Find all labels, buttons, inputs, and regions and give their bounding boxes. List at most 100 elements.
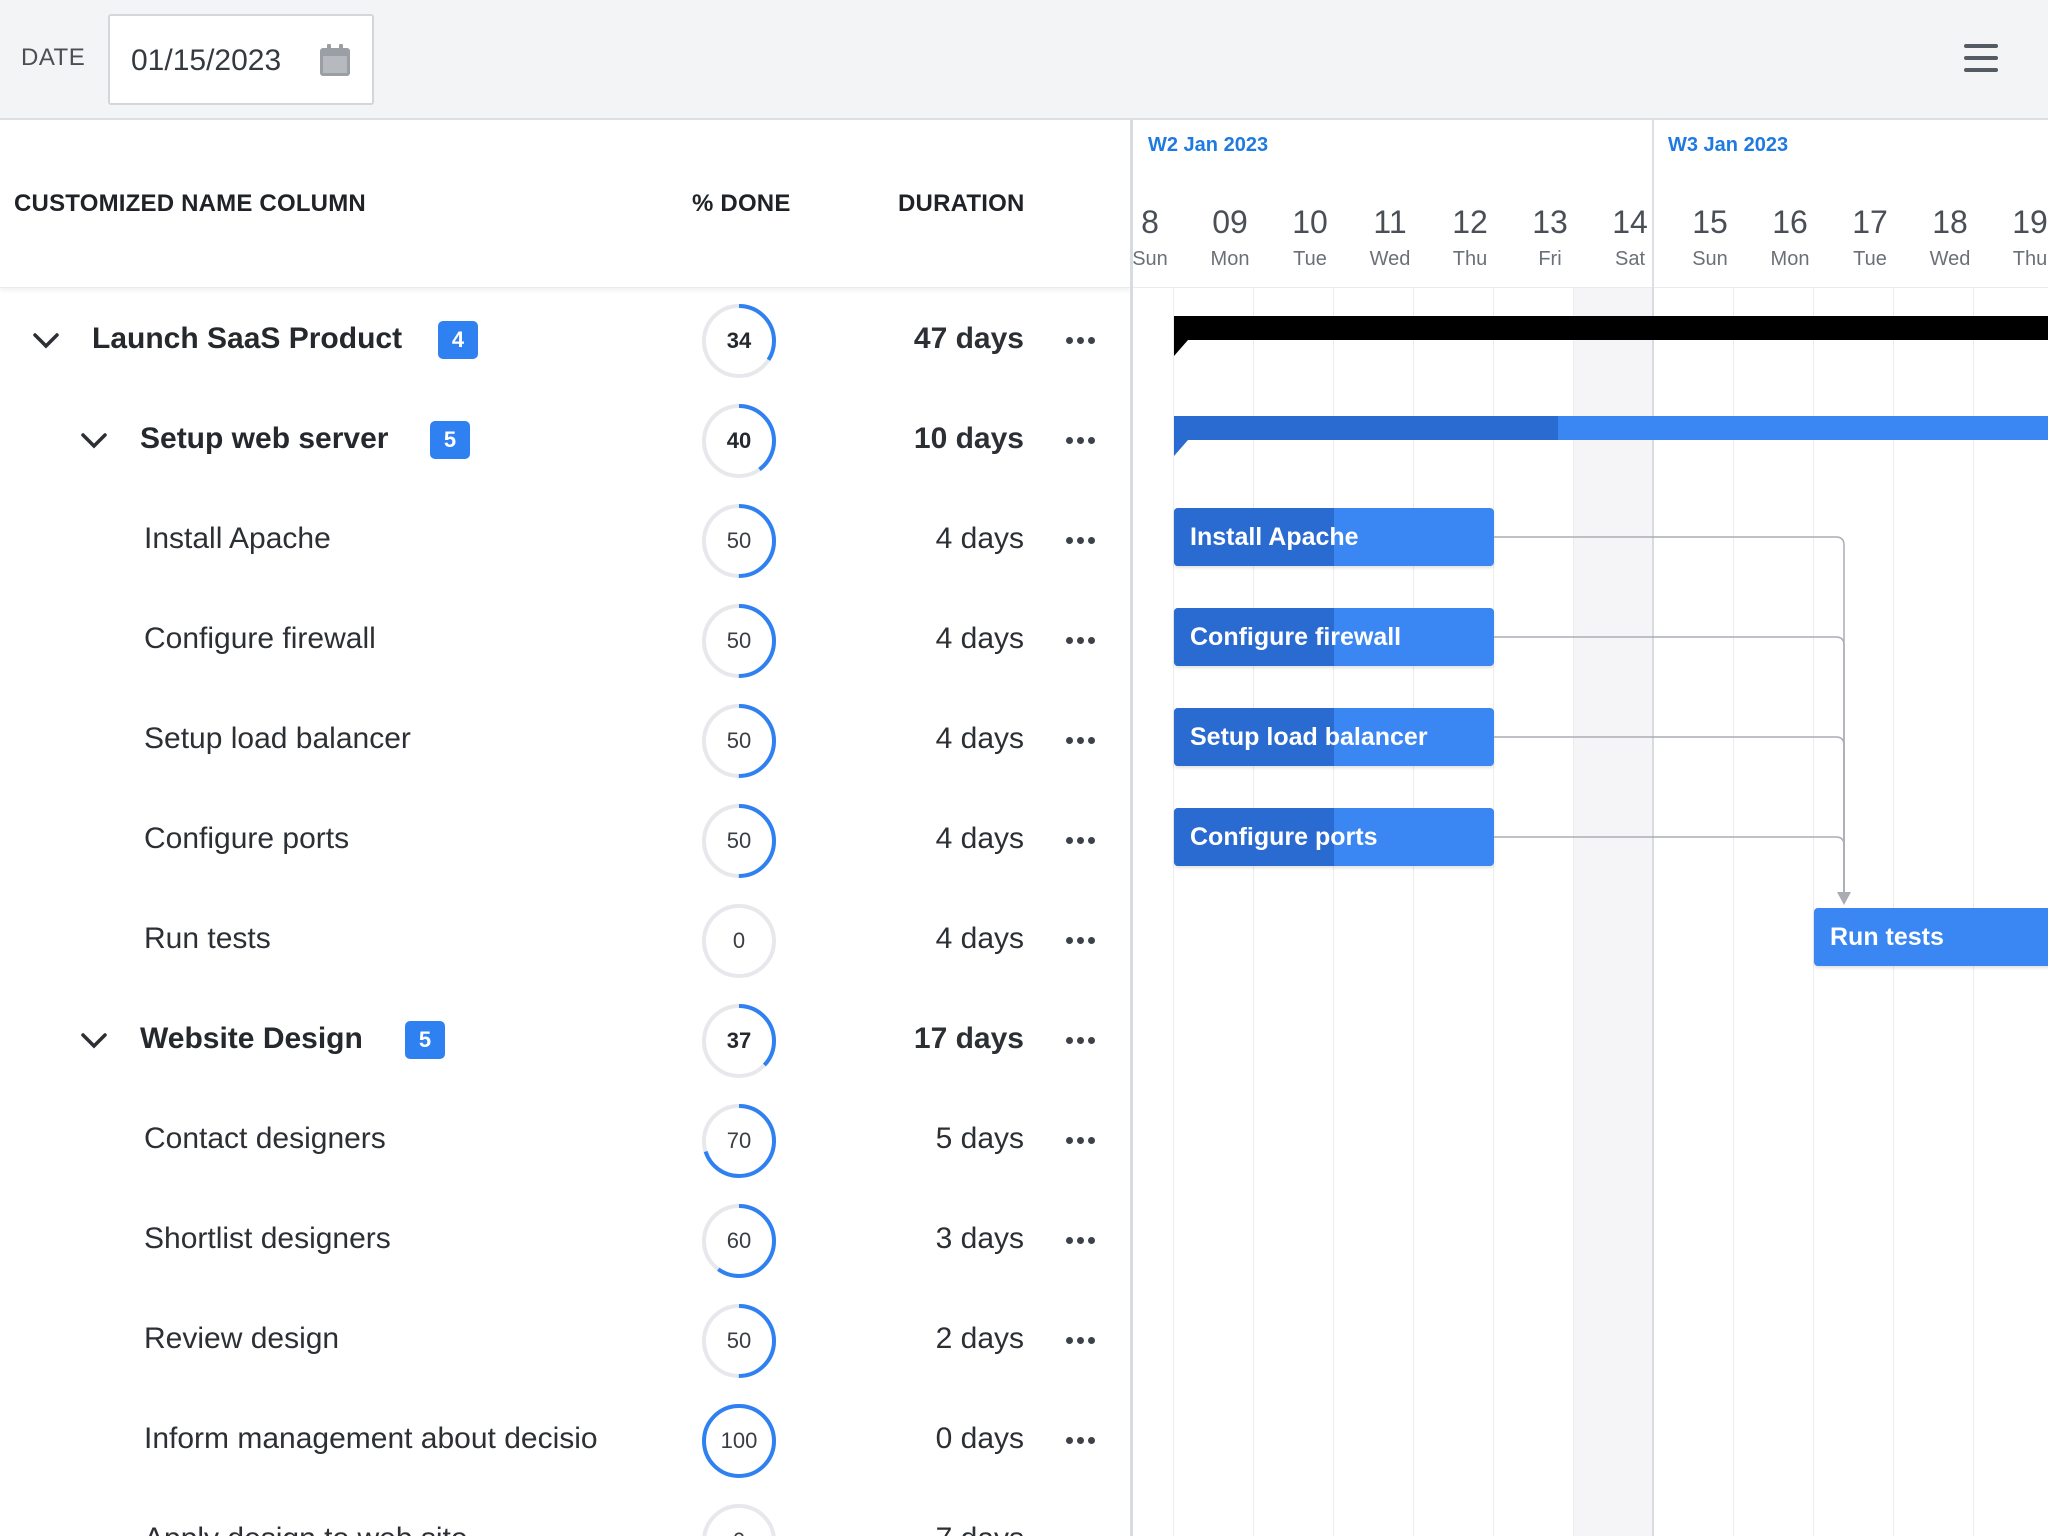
- task-row[interactable]: Inform management about decisio 100 0 days: [0, 1390, 1130, 1490]
- task-row[interactable]: Run tests 0 4 days: [0, 890, 1130, 990]
- percent-done-value: 60: [726, 1228, 752, 1253]
- task-name[interactable]: Setup load balancer: [144, 722, 411, 756]
- task-row[interactable]: Setup web server 5 40 10 days: [0, 390, 1130, 490]
- chevron-down-icon[interactable]: [78, 1024, 110, 1056]
- column-header-name[interactable]: CUSTOMIZED NAME COLUMN: [14, 190, 366, 218]
- duration-value: 4 days: [935, 622, 1024, 655]
- gantt-chart: W2 Jan 2023 W3 Jan 2023 8 Sun 09 Mon 10 Tue 11 We…: [1133, 120, 2048, 1536]
- duration-value: 3 days: [935, 1222, 1024, 1255]
- duration-value: 5 days: [935, 1122, 1024, 1155]
- chevron-down-icon[interactable]: [78, 424, 110, 456]
- more-options-icon[interactable]: [1066, 1126, 1100, 1154]
- percent-done-value: 0: [700, 1502, 778, 1536]
- day-of-week: Wed: [1369, 248, 1411, 270]
- dependency-line: [1494, 736, 1845, 895]
- duration-value: 0 days: [935, 1422, 1024, 1455]
- task-name[interactable]: Configure firewall: [144, 622, 376, 656]
- dependency-line: [1494, 536, 1845, 895]
- day-of-week: Sun: [1133, 248, 1168, 270]
- day-of-week: Sun: [1692, 248, 1728, 270]
- task-name[interactable]: Run tests: [144, 922, 271, 956]
- task-row[interactable]: Configure firewall 50 4 days: [0, 590, 1130, 690]
- day-of-week: Fri: [1538, 248, 1562, 270]
- task-row[interactable]: Review design 50 2 days: [0, 1290, 1130, 1390]
- more-options-icon[interactable]: [1066, 526, 1100, 554]
- hamburger-menu-icon[interactable]: [1964, 44, 1998, 74]
- day-of-week: Sat: [1614, 248, 1646, 270]
- more-options-icon[interactable]: [1066, 1426, 1100, 1454]
- date-field[interactable]: 01/15/2023: [108, 14, 374, 105]
- task-name[interactable]: Website Design: [140, 1022, 363, 1056]
- more-options-icon[interactable]: [1066, 726, 1100, 754]
- dependency-line: [1494, 836, 1845, 895]
- day-number: 19: [2012, 204, 2048, 240]
- dependency-line: [1494, 636, 1845, 895]
- task-row[interactable]: Apply design to web site 0 7 days: [0, 1490, 1130, 1536]
- task-row[interactable]: Launch SaaS Product 4 34 47 days: [0, 290, 1130, 390]
- day-of-week: Mon: [1770, 248, 1810, 270]
- more-options-icon[interactable]: [1066, 826, 1100, 854]
- day-number: 09: [1212, 204, 1248, 240]
- percent-done-value: 50: [726, 728, 752, 753]
- day-of-week: Wed: [1929, 248, 1971, 270]
- day-number: 10: [1292, 204, 1328, 240]
- day-of-week: Thu: [1452, 248, 1488, 270]
- task-name[interactable]: Contact designers: [144, 1122, 386, 1156]
- more-options-icon[interactable]: [1066, 326, 1100, 354]
- percent-done-value: 50: [726, 528, 752, 553]
- duration-value: 4 days: [935, 822, 1024, 855]
- more-options-icon[interactable]: [1066, 1026, 1100, 1054]
- day-column-header: 8 Sun: [1133, 204, 1190, 271]
- more-options-icon[interactable]: [1066, 1526, 1100, 1536]
- task-name[interactable]: Configure ports: [144, 822, 349, 856]
- dependency-arrow: [1837, 892, 1851, 905]
- more-options-icon[interactable]: [1066, 1326, 1100, 1354]
- day-number: 18: [1932, 204, 1968, 240]
- day-number: 8: [1141, 204, 1159, 240]
- task-name[interactable]: Inform management about decisio: [144, 1422, 598, 1456]
- task-row[interactable]: Setup load balancer 50 4 days: [0, 690, 1130, 790]
- task-bar-label: Run tests: [1830, 923, 1944, 951]
- more-options-icon[interactable]: [1066, 426, 1100, 454]
- task-name[interactable]: Install Apache: [144, 522, 331, 556]
- day-column-header: 15 Sun: [1670, 204, 1750, 271]
- day-of-week: Thu: [2012, 248, 2048, 270]
- task-bar-label: Configure firewall: [1190, 623, 1402, 651]
- duration-value: 4 days: [935, 922, 1024, 955]
- more-options-icon[interactable]: [1066, 1226, 1100, 1254]
- duration-value: 7 days: [936, 1522, 1024, 1536]
- column-header-percent-done[interactable]: % DONE: [692, 190, 791, 218]
- task-name[interactable]: Launch SaaS Product: [92, 322, 402, 356]
- more-options-icon[interactable]: [1066, 926, 1100, 954]
- percent-done-value: 50: [726, 1328, 752, 1353]
- day-number: 15: [1692, 204, 1728, 240]
- day-of-week: Tue: [1293, 248, 1327, 270]
- task-row[interactable]: Contact designers 70 5 days: [0, 1090, 1130, 1190]
- task-name[interactable]: Setup web server: [140, 422, 388, 456]
- day-of-week: Mon: [1210, 248, 1250, 270]
- week-label: W2 Jan 2023: [1148, 134, 1269, 156]
- task-name[interactable]: Apply design to web site: [144, 1522, 468, 1536]
- chevron-down-icon[interactable]: [30, 324, 62, 356]
- column-header-duration[interactable]: DURATION: [898, 190, 1024, 218]
- day-column-header: 09 Mon: [1190, 204, 1270, 271]
- percent-done-value: 100: [720, 1428, 758, 1453]
- task-row[interactable]: Website Design 5 37 17 days: [0, 990, 1130, 1090]
- task-row[interactable]: Install Apache 50 4 days: [0, 490, 1130, 590]
- task-name[interactable]: Review design: [144, 1322, 339, 1356]
- task-name[interactable]: Shortlist designers: [144, 1222, 391, 1256]
- more-options-icon[interactable]: [1066, 626, 1100, 654]
- duration-value: 17 days: [913, 1022, 1024, 1055]
- day-number: 11: [1373, 204, 1407, 240]
- day-number: 13: [1532, 204, 1568, 240]
- calendar-icon[interactable]: [320, 44, 350, 76]
- date-value[interactable]: 01/15/2023: [131, 44, 281, 78]
- duration-value: 2 days: [935, 1322, 1024, 1355]
- task-row[interactable]: Configure ports 50 4 days: [0, 790, 1130, 890]
- day-number: 16: [1772, 204, 1808, 240]
- duration-value: 10 days: [913, 422, 1024, 455]
- day-column-header: 18 Wed: [1910, 204, 1990, 271]
- task-row[interactable]: Shortlist designers 60 3 days: [0, 1190, 1130, 1290]
- task-grid: CUSTOMIZED NAME COLUMN % DONE DURATION L…: [0, 120, 1130, 1536]
- week-label: W3 Jan 2023: [1668, 134, 1789, 156]
